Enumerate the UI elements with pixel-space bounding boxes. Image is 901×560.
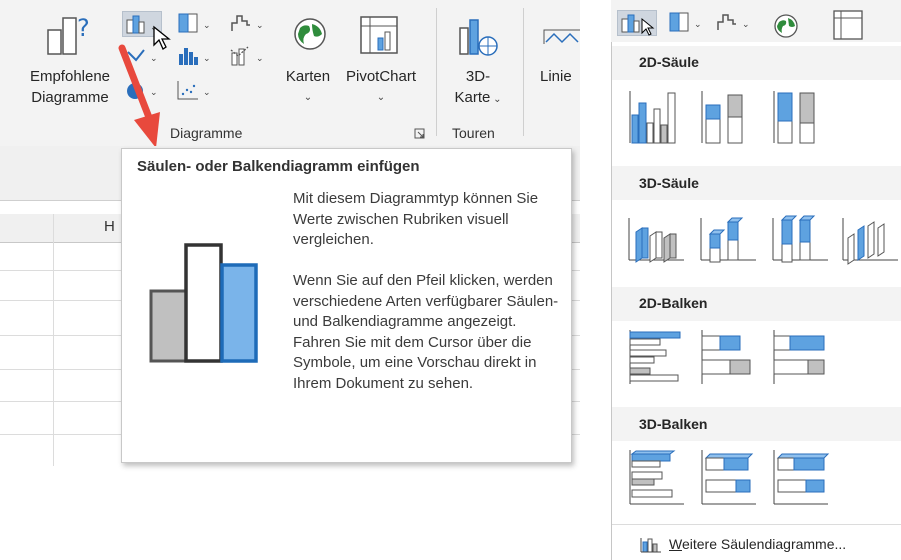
ribbon-insert-charts-right: ⌄ ⌄ xyxy=(611,0,901,43)
svg-text:⌄: ⌄ xyxy=(256,54,264,64)
divider xyxy=(612,524,901,525)
100-stacked-column-icon[interactable] xyxy=(770,85,830,147)
3d-map-label-line2: Karte ⌄ xyxy=(454,89,502,106)
section-title-2d-column: 2D-Säule xyxy=(639,54,699,70)
hierarchy-chart-icon: ⌄ xyxy=(669,12,702,32)
svg-text:⌄: ⌄ xyxy=(694,20,702,30)
section-title-2d-bar: 2D-Balken xyxy=(639,295,708,311)
maps-label: Karten xyxy=(285,68,331,85)
clustered-bar-icon[interactable] xyxy=(626,326,686,388)
waterfall-chart-icon: ⌄ xyxy=(231,15,264,31)
3d-100-stacked-column-icon[interactable] xyxy=(770,208,830,270)
pivotchart-icon[interactable] xyxy=(831,8,867,42)
scatter-chart-button[interactable]: ⌄ xyxy=(175,78,215,104)
column-chart-button-open[interactable] xyxy=(617,10,657,36)
ribbon-separator xyxy=(436,8,437,136)
tooltip-description: Mit diesem Diagrammtyp können Sie Werte … xyxy=(293,190,559,392)
svg-text:⌄: ⌄ xyxy=(256,21,264,31)
sparkline-line-label[interactable]: Linie xyxy=(540,66,600,87)
3d-map-label-line1: 3D- xyxy=(465,68,491,85)
ribbon-insert-charts: ? Empfohlene Diagramme ⌄ ⌄ ⌄ ⌄ ⌄ ⌄ ⌄ Kar… xyxy=(0,0,580,148)
svg-text:⌄: ⌄ xyxy=(203,21,211,31)
recommended-label-line2: Diagramme xyxy=(31,89,109,106)
recommended-charts-icon[interactable]: ? xyxy=(44,12,96,60)
column-chart-icon xyxy=(621,14,655,36)
svg-text:⌄: ⌄ xyxy=(742,20,750,30)
hierarchy-chart-button-right[interactable]: ⌄ xyxy=(666,10,706,36)
svg-text:⌄: ⌄ xyxy=(203,54,211,64)
group-label-tours: Touren xyxy=(452,125,495,141)
more-link-text: eitere Säulendiagramme... xyxy=(681,536,847,552)
column-chart-large-icon xyxy=(149,243,258,363)
svg-text:⌄: ⌄ xyxy=(203,88,211,98)
100-stacked-bar-icon[interactable] xyxy=(770,326,830,388)
column-chart-small-icon xyxy=(640,538,661,553)
recommended-charts-button[interactable]: Empfohlene Diagramme xyxy=(18,66,122,108)
stacked-column-icon[interactable] xyxy=(698,85,758,147)
combo-chart-icon: ⌄ xyxy=(230,46,264,66)
3d-map-icon[interactable] xyxy=(454,14,502,62)
svg-text:?: ? xyxy=(77,14,90,42)
group-label-charts: Diagramme xyxy=(170,125,243,141)
section-title-3d-bar: 3D-Balken xyxy=(639,416,708,432)
scatter-chart-icon: ⌄ xyxy=(177,81,211,100)
clustered-column-icon[interactable] xyxy=(626,85,686,147)
sparkline-line-icon[interactable] xyxy=(540,14,580,54)
waterfall-chart-button-right[interactable]: ⌄ xyxy=(714,10,754,36)
grid-line xyxy=(53,214,54,466)
combo-chart-button[interactable]: ⌄ xyxy=(228,44,268,70)
more-link-accesskey: W xyxy=(669,536,682,552)
hierarchy-chart-button[interactable]: ⌄ xyxy=(175,11,215,37)
column-header-h[interactable]: H xyxy=(104,218,115,235)
3d-map-button[interactable]: 3D- Karte ⌄ xyxy=(448,66,508,110)
more-column-charts-link[interactable]: Weitere Säulendiagramme... xyxy=(669,536,846,552)
column-chart-dropdown: 2D-Säule 3D-Säule 2D-Balken 3D-Balken We… xyxy=(611,42,901,560)
maps-chevron-down-icon: ⌄ xyxy=(303,92,313,103)
3d-clustered-bar-icon[interactable] xyxy=(626,446,686,508)
waterfall-chart-button[interactable]: ⌄ xyxy=(228,11,268,37)
dialog-launcher-icon[interactable] xyxy=(414,128,426,140)
tooltip-insert-column-chart: Säulen- oder Balkendiagramm einfügen Mit… xyxy=(121,148,572,463)
statistic-chart-button[interactable]: ⌄ xyxy=(175,44,215,70)
tooltip-title: Säulen- oder Balkendiagramm einfügen xyxy=(137,158,420,175)
pivotchart-button[interactable]: PivotChart ⌄ xyxy=(336,66,426,108)
maps-button[interactable]: Karten ⌄ xyxy=(278,66,338,108)
pivotchart-label: PivotChart xyxy=(345,68,417,85)
section-title-3d-column: 3D-Säule xyxy=(639,175,699,191)
waterfall-chart-icon: ⌄ xyxy=(717,14,750,30)
stacked-bar-icon[interactable] xyxy=(698,326,758,388)
3d-column-icon[interactable] xyxy=(840,208,900,270)
pivotchart-chevron-down-icon: ⌄ xyxy=(376,92,386,103)
pivotchart-icon[interactable] xyxy=(358,14,402,58)
recommended-label-line1: Empfohlene xyxy=(29,68,111,85)
3d-100-stacked-bar-icon[interactable] xyxy=(770,446,830,508)
3d-stacked-bar-icon[interactable] xyxy=(698,446,758,508)
3d-stacked-column-icon[interactable] xyxy=(698,208,758,270)
hierarchy-chart-icon: ⌄ xyxy=(178,13,211,33)
maps-globe-icon[interactable] xyxy=(290,14,330,54)
maps-globe-icon[interactable] xyxy=(771,10,801,40)
ribbon-separator xyxy=(523,8,524,136)
3d-clustered-column-icon[interactable] xyxy=(626,208,686,270)
red-pointer-arrow-icon xyxy=(118,44,160,148)
histogram-icon: ⌄ xyxy=(179,48,211,65)
